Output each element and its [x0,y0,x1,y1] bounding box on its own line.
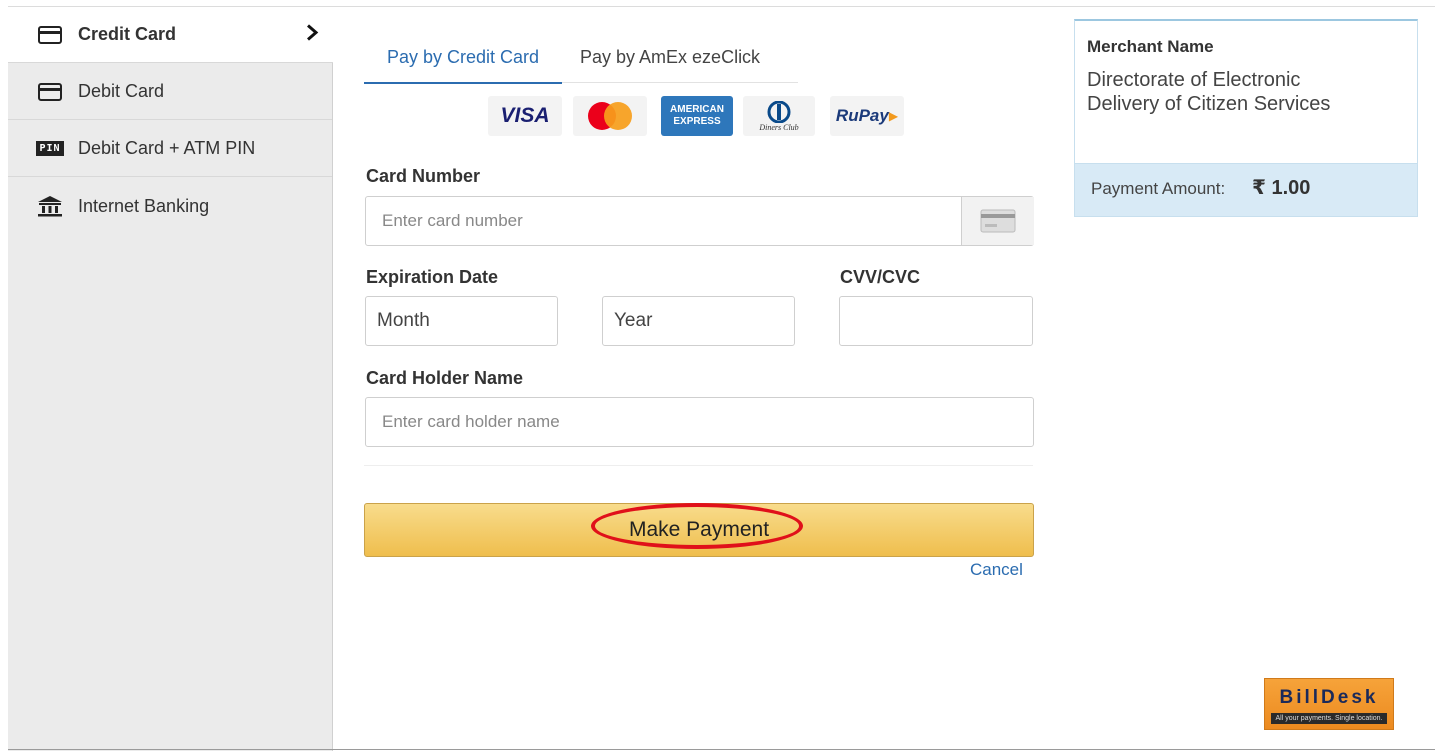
payment-amount-label: Payment Amount: [1091,179,1226,198]
merchant-name-line2: Delivery of Citizen Services [1087,93,1331,115]
sidebar-item-debit-card[interactable]: Debit Card [8,64,332,120]
card-holder-name-label: Card Holder Name [366,368,524,388]
expiration-date-label: Expiration Date [366,267,499,287]
payment-method-sidebar: Credit Card Debit Card PIN Debit Card + … [8,7,333,751]
debit-card-icon [36,81,64,103]
payment-tabs: Pay by Credit Card Pay by AmEx ezeClick [364,37,798,84]
rupay-logo: RuPay ▶ [830,96,904,136]
merchant-info-panel: Merchant Name Directorate of Electronic … [1074,19,1418,217]
make-payment-button[interactable]: Make Payment [364,503,1034,557]
card-number-label: Card Number [366,166,481,186]
sidebar-item-credit-card[interactable]: Credit Card [8,7,333,63]
expiry-month-select[interactable]: Month [365,296,558,346]
expiry-year-select[interactable]: Year [602,296,795,346]
card-holder-name-input[interactable] [365,397,1034,447]
cancel-link[interactable]: Cancel [970,560,1023,580]
mastercard-logo [573,96,647,136]
credit-card-icon [36,24,64,46]
sidebar-item-debit-card-atm-pin[interactable]: PIN Debit Card + ATM PIN [8,121,332,177]
sidebar-item-label: Internet Banking [78,195,210,216]
sidebar-item-label: Debit Card + ATM PIN [78,138,256,158]
sidebar-item-label: Credit Card [78,24,177,44]
visa-logo: VISA [488,96,562,136]
tab-pay-by-amex-ezeclick[interactable]: Pay by AmEx ezeClick [580,37,760,82]
card-number-input[interactable] [365,196,1034,246]
diners-club-logo: Diners Club [743,96,815,136]
merchant-name-label: Merchant Name [1087,37,1214,56]
payment-amount-value: ₹ 1.00 [1252,177,1311,199]
tab-pay-by-credit-card[interactable]: Pay by Credit Card [364,37,562,84]
sidebar-item-label: Debit Card [78,81,165,101]
cvv-label: CVV/CVC [840,267,921,287]
form-divider [364,465,1033,466]
chevron-right-icon [305,23,319,46]
card-type-icon [961,197,1034,245]
bank-icon [36,195,64,217]
pin-icon: PIN [36,138,64,160]
bottom-border [8,749,1435,750]
billdesk-logo: BillDesk All your payments. Single locat… [1264,678,1394,730]
cvv-input[interactable] [839,296,1033,346]
sidebar-item-internet-banking[interactable]: Internet Banking [8,178,332,234]
amex-logo: AMERICAN EXPRESS [661,96,733,136]
payment-amount-bar: Payment Amount: ₹ 1.00 [1075,163,1417,216]
merchant-name-line1: Directorate of Electronic [1087,69,1301,91]
